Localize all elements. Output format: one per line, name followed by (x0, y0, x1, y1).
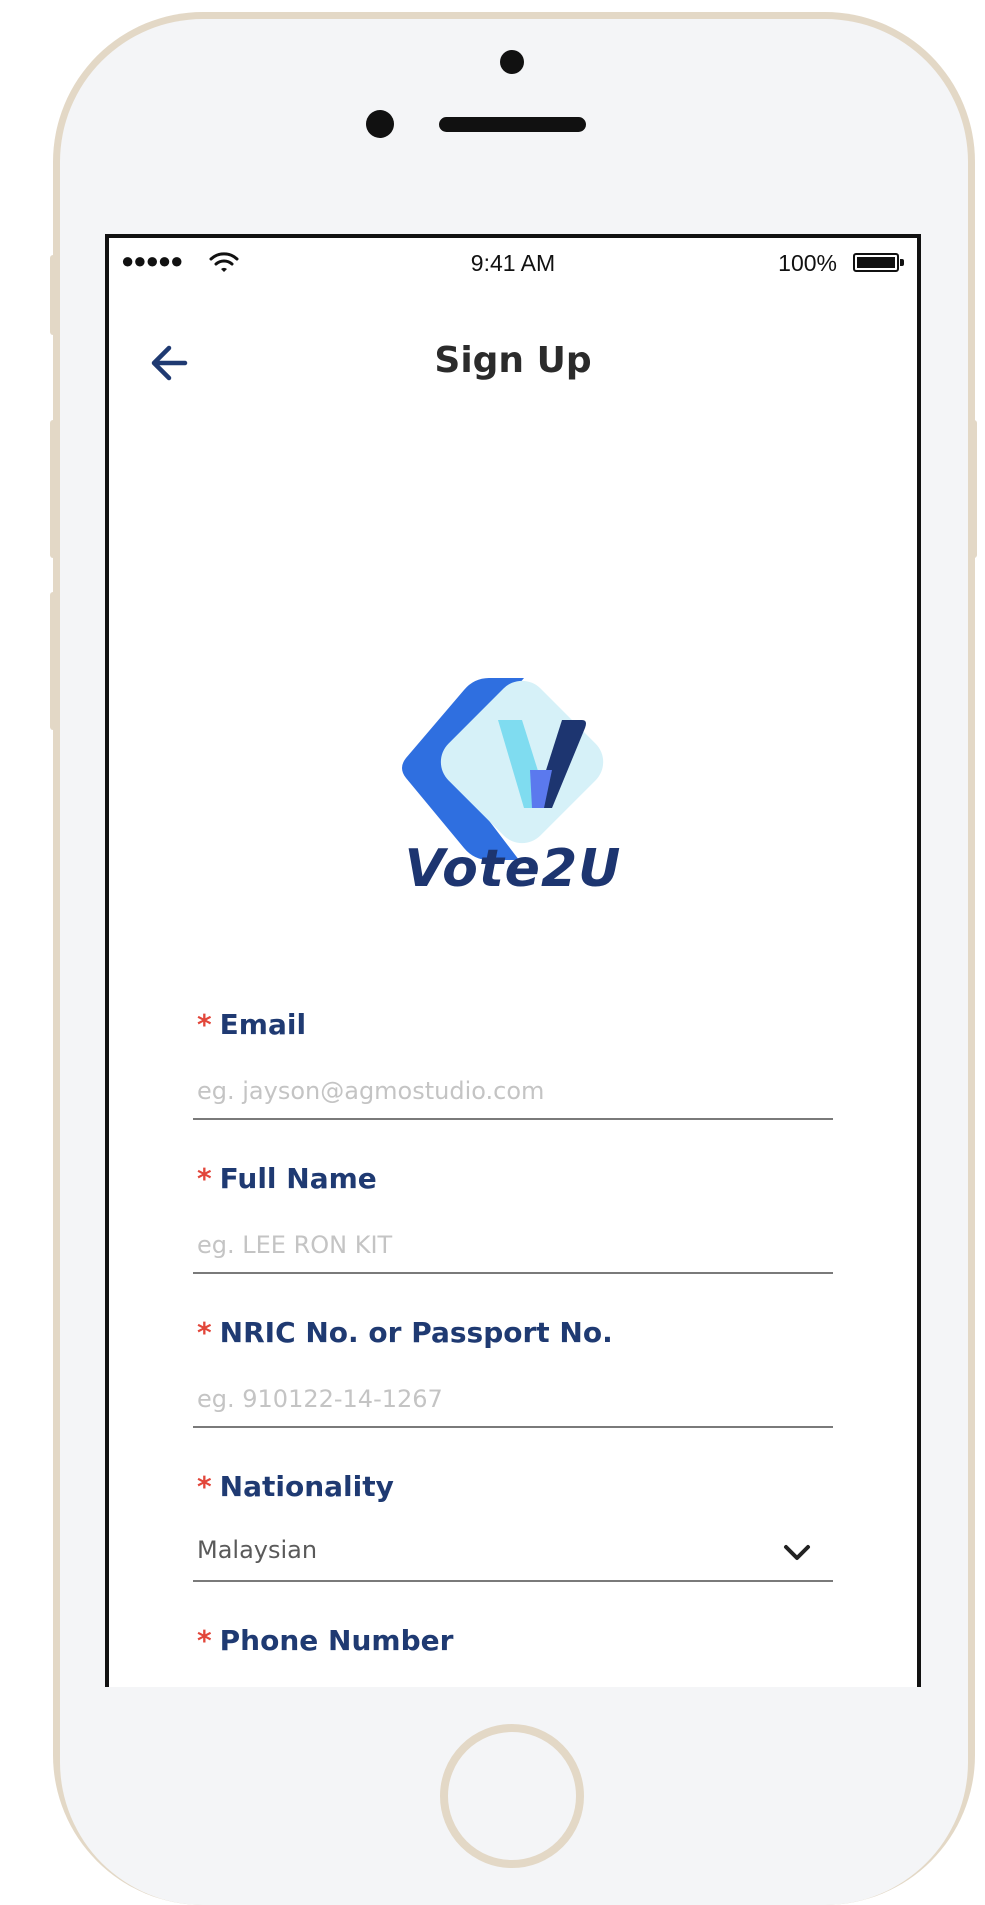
mute-switch (50, 255, 59, 335)
power-button (968, 420, 977, 558)
proximity-sensor (366, 110, 394, 138)
phone-field-group: * Phone Number (193, 1624, 833, 1687)
chevron-down-icon (784, 1545, 810, 1560)
nationality-label: * Nationality (197, 1470, 394, 1503)
required-marker: * (197, 1624, 212, 1657)
full-name-field-group: * Full Name (193, 1162, 833, 1316)
page-title: Sign Up (434, 340, 592, 381)
required-marker: * (197, 1162, 212, 1195)
earpiece-speaker (439, 117, 586, 132)
nric-input[interactable] (193, 1372, 833, 1428)
email-field-group: * Email (193, 1008, 833, 1162)
volume-down-button (50, 592, 59, 730)
header: Sign Up (109, 318, 917, 408)
email-label: * Email (197, 1008, 307, 1041)
device-mockup: ●●●●● 9:41 AM 100% Sign Up Vote2U * Emai… (0, 0, 985, 1905)
battery-icon (853, 253, 899, 272)
volume-up-button (50, 420, 59, 558)
signup-form: *Email *Full Name *NRIC No. or Passport … (193, 1008, 833, 1687)
required-marker: * (197, 1316, 212, 1349)
nationality-select[interactable]: Malaysian (193, 1526, 833, 1582)
phone-label: * Phone Number (197, 1624, 454, 1657)
required-marker: * (197, 1470, 212, 1503)
email-input[interactable] (193, 1064, 833, 1120)
nationality-field-group: * Nationality Malaysian (193, 1470, 833, 1624)
full-name-label: * Full Name (197, 1162, 377, 1195)
full-name-input[interactable] (193, 1218, 833, 1274)
nric-label: * NRIC No. or Passport No. (197, 1316, 613, 1349)
home-button[interactable] (440, 1724, 584, 1868)
battery-percentage: 100% (778, 250, 837, 276)
nationality-value: Malaysian (197, 1536, 318, 1564)
app-screen: ●●●●● 9:41 AM 100% Sign Up Vote2U * Emai… (105, 234, 921, 1687)
status-bar: ●●●●● 9:41 AM 100% (109, 238, 917, 294)
nric-field-group: * NRIC No. or Passport No. (193, 1316, 833, 1470)
required-marker: * (197, 1008, 212, 1041)
front-camera (500, 50, 524, 74)
logo-wordmark: Vote2U (404, 839, 622, 899)
battery-tip (900, 259, 904, 266)
